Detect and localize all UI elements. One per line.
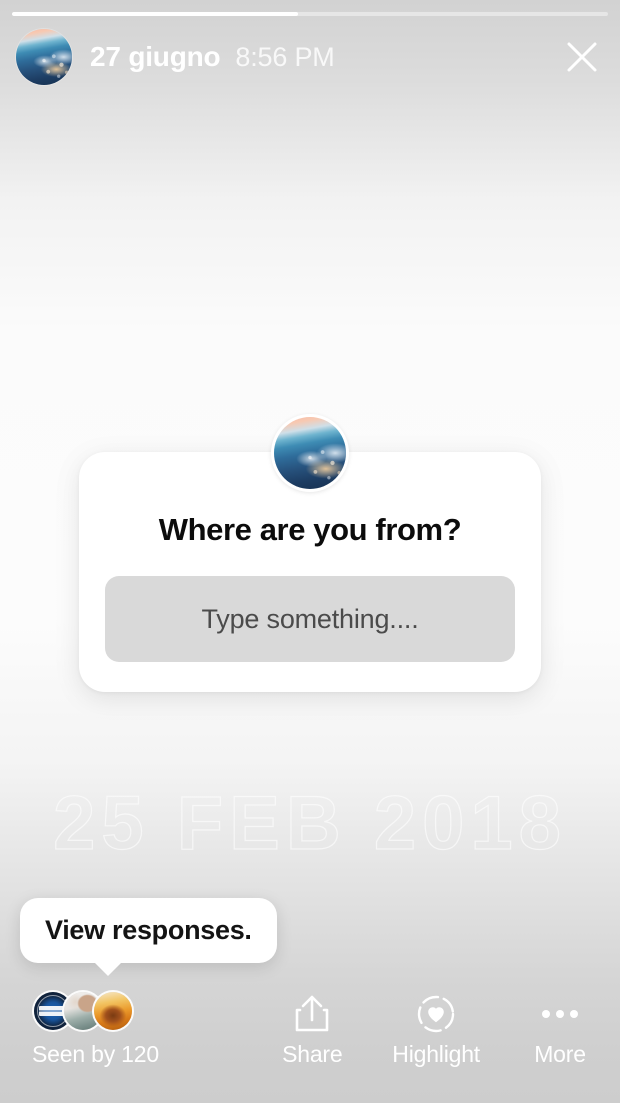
more-dot (556, 1009, 564, 1018)
sticker-answer-input[interactable]: Type something.... (105, 576, 515, 662)
share-icon (295, 995, 329, 1031)
view-responses-tooltip[interactable]: View responses. (20, 898, 277, 976)
more-label: More (534, 1040, 586, 1067)
sticker-avatar (271, 414, 349, 492)
more-icon-wrap (542, 991, 578, 1037)
story-header: 27 giugno 8:56 PM (0, 28, 620, 86)
story-viewer[interactable]: 27 giugno 8:56 PM 25 FEB 2018 Where are … (0, 0, 620, 1103)
story-time: 8:56 PM (235, 42, 335, 72)
story-meta: 27 giugno 8:56 PM (90, 41, 335, 73)
profile-avatar-image (16, 29, 72, 85)
more-dot (570, 1009, 578, 1018)
viewer-avatar-stack (32, 990, 134, 1032)
sticker-question-text: Where are you from? (158, 512, 462, 547)
share-label: Share (282, 1040, 343, 1067)
highlight-button[interactable]: Highlight (392, 991, 480, 1068)
date-watermark: 25 FEB 2018 (52, 780, 567, 866)
share-button[interactable]: Share (280, 991, 344, 1068)
question-sticker[interactable]: Where are you from? Type something.... (79, 414, 541, 692)
close-button[interactable] (560, 35, 604, 79)
story-actions: Share Highlight More (280, 991, 592, 1068)
sticker-input-placeholder: Type something.... (201, 603, 419, 634)
viewer-avatar-orange[interactable] (92, 990, 134, 1032)
progress-segment[interactable] (12, 12, 608, 16)
highlight-heart-icon (417, 995, 455, 1032)
more-dots-icon (542, 1009, 578, 1018)
tooltip-tail (93, 961, 123, 976)
profile-avatar[interactable] (16, 29, 72, 85)
viewers-button[interactable]: Seen by 120 (32, 990, 159, 1068)
highlight-icon-wrap (415, 991, 457, 1037)
story-date: 27 giugno (90, 41, 221, 72)
story-progress-bar (12, 12, 608, 16)
view-responses-label: View responses. (45, 915, 252, 945)
seen-by-label: Seen by 120 (32, 1041, 159, 1067)
viewer-avatar-orange-image (94, 992, 132, 1030)
close-icon (567, 42, 597, 72)
sticker-avatar-image (274, 417, 346, 489)
more-dot (542, 1009, 550, 1018)
story-bottom-bar: Seen by 120 Share Highlight More (0, 973, 620, 1103)
more-button[interactable]: More (528, 991, 592, 1068)
highlight-label: Highlight (392, 1040, 480, 1067)
progress-fill (12, 12, 299, 16)
share-icon-wrap (292, 991, 332, 1037)
